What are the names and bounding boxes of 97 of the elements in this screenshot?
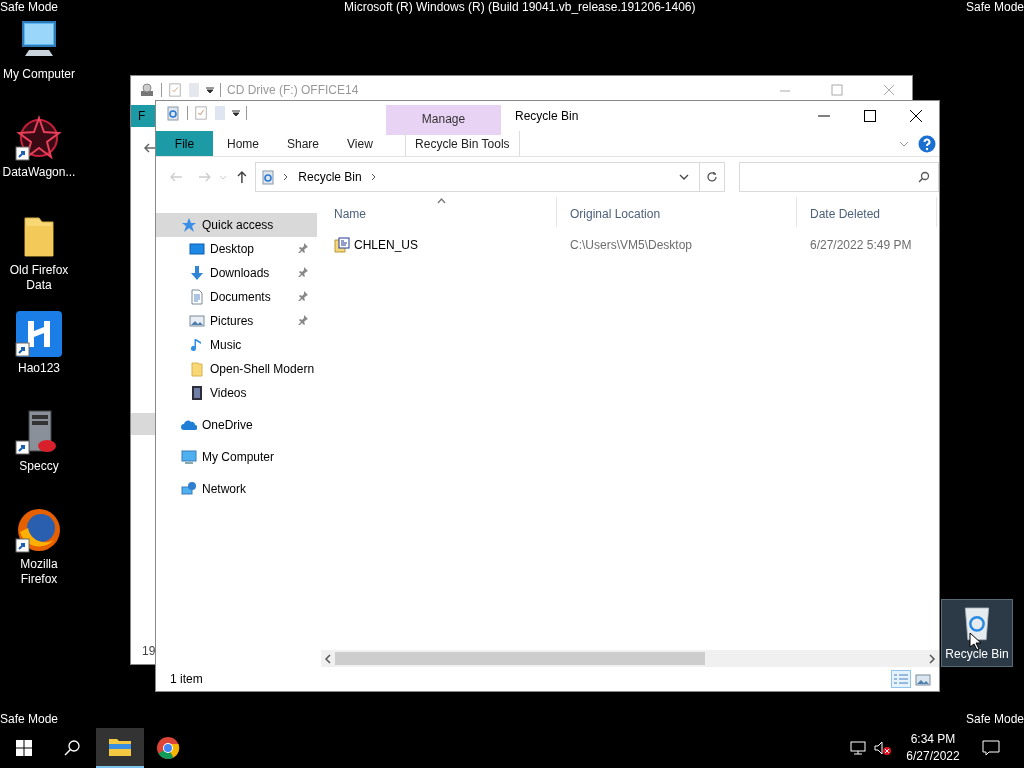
sidebar-item[interactable]: Network — [156, 477, 317, 501]
sidebar-item[interactable]: Documents — [156, 285, 317, 309]
scroll-right-icon — [928, 653, 936, 664]
window-title: CD Drive (F:) OFFICE14 — [227, 82, 359, 99]
speech-bubble-icon — [982, 740, 1000, 756]
window-title: Recycle Bin — [515, 108, 580, 125]
column-header[interactable]: Date Deleted — [797, 197, 937, 227]
details-view-icon — [893, 672, 909, 686]
dropdown-icon[interactable] — [206, 86, 214, 94]
safe-mode-label: Safe Mode — [0, 712, 59, 726]
context-tab-group: Manage — [386, 105, 501, 135]
icon-label: Old Firefox Data — [8, 263, 70, 293]
document-icon — [189, 289, 205, 305]
maximize-icon — [863, 109, 877, 123]
chevron-down-icon[interactable] — [899, 139, 909, 149]
checkmark-icon[interactable] — [194, 106, 208, 120]
refresh-icon — [706, 171, 719, 183]
star-icon — [181, 217, 197, 233]
windows-logo-icon — [16, 740, 32, 756]
address-bar[interactable]: Recycle Bin — [255, 162, 700, 192]
safe-mode-label: Safe Mode — [965, 712, 1024, 726]
picture-icon — [189, 313, 205, 329]
taskbar-app[interactable] — [96, 728, 144, 768]
recycle-bin-icon — [165, 105, 181, 121]
desktop-shortcut[interactable]: Hao123 — [0, 309, 78, 407]
ribbon-tab[interactable]: Recycle Bin Tools — [404, 131, 520, 156]
ribbon-tab[interactable]: Home — [213, 131, 273, 156]
sidebar-item[interactable]: OneDrive — [156, 413, 317, 437]
desktop-shortcut[interactable]: My Computer — [0, 15, 78, 113]
back-arrow-icon[interactable] — [143, 141, 157, 155]
close-icon[interactable] — [882, 83, 896, 97]
icon-label: Recycle Bin — [944, 647, 1010, 662]
folder-icon — [189, 361, 205, 377]
status-text: 19 — [141, 643, 156, 660]
icon-label: DataWagon... — [1, 165, 77, 180]
down-arrow-icon — [189, 265, 205, 281]
film-icon — [189, 385, 205, 401]
cut-off-tab[interactable]: F — [131, 105, 156, 127]
drive-icon — [139, 82, 155, 98]
desktop-shortcut[interactable]: Speccy — [0, 407, 78, 505]
ribbon-tab[interactable]: Share — [273, 131, 334, 156]
desktop-shortcut[interactable]: DataWagon... — [0, 113, 78, 211]
close-icon — [909, 109, 923, 123]
clock-date[interactable]: 6/27/2022 — [899, 748, 967, 765]
scrollbar-thumb[interactable] — [335, 652, 705, 665]
network-icon — [181, 481, 197, 497]
recycle-bin-icon — [260, 169, 277, 185]
column-header[interactable]: Original Location — [557, 197, 797, 227]
sidebar-item[interactable]: My Computer — [156, 445, 317, 469]
column-header[interactable]: Name — [321, 197, 557, 227]
search-icon — [918, 171, 930, 183]
scroll-left-icon — [324, 653, 332, 664]
desktop-shortcut[interactable]: Recycle Bin — [941, 599, 1013, 667]
mouse-cursor-icon — [969, 632, 981, 650]
file-icon — [334, 237, 350, 253]
icon-label: Mozilla Firefox — [19, 557, 59, 587]
breadcrumb[interactable]: Recycle Bin — [298, 168, 362, 186]
refresh-button[interactable] — [699, 162, 726, 192]
search-icon — [64, 740, 80, 756]
icon-label: Speccy — [18, 459, 60, 474]
sidebar-item[interactable]: Desktop — [156, 237, 317, 261]
sidebar-item[interactable]: Videos — [156, 381, 317, 405]
sidebar-item[interactable]: Open-Shell Modern — [156, 357, 317, 381]
icon-label: My Computer — [2, 67, 76, 82]
ribbon-tab[interactable]: View — [333, 131, 387, 156]
list-item-highlight — [131, 413, 156, 435]
safe-mode-label: Safe Mode — [965, 0, 1024, 14]
computer-icon — [181, 449, 197, 465]
search-field[interactable] — [739, 162, 939, 192]
thumbnail-view-icon — [915, 672, 931, 686]
chevron-right-icon — [369, 173, 378, 181]
checkmark-icon — [168, 83, 182, 97]
clock-time[interactable]: 6:34 PM — [899, 731, 967, 748]
blank-page-icon — [188, 82, 200, 98]
volume-icon[interactable] — [874, 740, 892, 756]
sidebar-item[interactable]: Music — [156, 333, 317, 357]
help-icon[interactable] — [918, 135, 936, 153]
file-row[interactable]: CHLEN_US C:\Users\VM5\Desktop 6/27/2022 5:49 PM — [321, 234, 939, 256]
sidebar-item[interactable]: Downloads — [156, 261, 317, 285]
file-name: CHLEN_US — [354, 237, 419, 254]
desktop-shortcut[interactable]: Mozilla Firefox — [0, 505, 78, 603]
ribbon-tab[interactable]: File — [156, 131, 213, 156]
dropdown-icon[interactable] — [678, 172, 689, 182]
sidebar-item[interactable]: Quick access — [156, 213, 317, 237]
horizontal-scrollbar[interactable] — [321, 650, 939, 667]
build-info-label: Microsoft (R) Windows (R) (Build 19041.vb_release.191206-1406) — [344, 0, 696, 14]
table-cell-text: C:\Users\VM5\Desktop — [569, 237, 694, 254]
safe-mode-label: Safe Mode — [0, 0, 59, 14]
dropdown-icon[interactable] — [232, 109, 240, 117]
browser-icon — [156, 736, 180, 760]
sidebar-item[interactable]: Pictures — [156, 309, 317, 333]
network-icon[interactable] — [850, 740, 868, 756]
table-cell-text: 6/27/2022 5:49 PM — [809, 237, 912, 254]
desktop-icon — [189, 241, 205, 257]
desktop-shortcut[interactable]: Old Firefox Data — [0, 211, 78, 309]
status-text: 1 item — [170, 671, 203, 688]
icon-label: Hao123 — [16, 361, 61, 376]
